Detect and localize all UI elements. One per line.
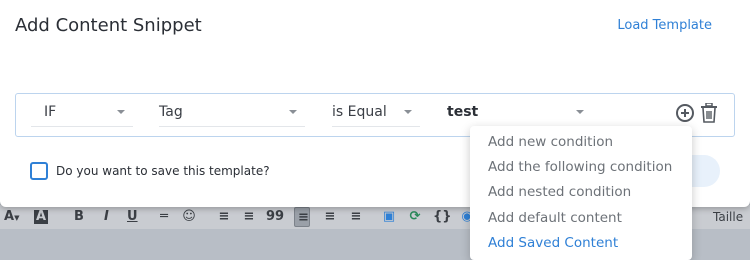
italic-label: I — [104, 209, 109, 224]
modal-title: Add Content Snippet — [15, 15, 202, 36]
quote-button[interactable]: 99 — [266, 207, 284, 227]
underline-label: U — [127, 209, 138, 224]
ordered-list-icon[interactable]: ≡ — [216, 207, 232, 227]
menu-item-add-saved-content[interactable]: Add Saved Content — [488, 235, 618, 251]
menu-item-add-default-content[interactable]: Add default content — [488, 210, 622, 226]
align-left-icon[interactable]: ≡ — [294, 207, 310, 227]
text-color-label: A — [4, 209, 15, 224]
add-condition-menu: Add new condition Add the following cond… — [470, 126, 692, 260]
delete-condition-icon[interactable] — [700, 102, 718, 123]
operator-select[interactable]: is Equal — [332, 97, 420, 127]
emoji-icon[interactable]: ☺ — [181, 207, 197, 227]
save-template-label: Do you want to save this template? — [56, 164, 270, 178]
value-select-value: test — [447, 104, 479, 120]
condition-select-value: IF — [44, 104, 57, 120]
quote-label: 99 — [266, 209, 285, 224]
chevron-down-icon — [404, 110, 412, 114]
highlight-button[interactable]: A — [34, 209, 49, 224]
add-condition-icon[interactable] — [676, 104, 694, 122]
value-select[interactable]: test — [447, 97, 592, 127]
variable-icon[interactable]: {} — [433, 207, 452, 227]
bullet-list-icon[interactable]: ≡ — [241, 207, 257, 227]
field-select[interactable]: Tag — [159, 97, 305, 127]
font-size-label[interactable]: Taille — [713, 207, 743, 227]
save-template-checkbox[interactable] — [30, 162, 48, 180]
field-select-value: Tag — [159, 104, 183, 120]
chevron-down-icon — [289, 110, 297, 114]
menu-item-add-new-condition[interactable]: Add new condition — [488, 134, 613, 150]
menu-item-add-following-condition[interactable]: Add the following condition — [488, 159, 672, 175]
align-right-icon[interactable]: ≡ — [348, 207, 364, 227]
operator-select-value: is Equal — [332, 104, 387, 120]
italic-button[interactable]: I — [104, 207, 109, 227]
highlight-label: A — [36, 209, 47, 224]
menu-item-add-nested-condition[interactable]: Add nested condition — [488, 184, 631, 200]
link-icon[interactable]: ⟳ — [407, 207, 423, 227]
chevron-down-icon — [576, 110, 584, 114]
horizontal-rule-icon[interactable]: ═ — [156, 207, 172, 227]
align-center-icon[interactable]: ≡ — [322, 207, 338, 227]
save-template-option[interactable]: Do you want to save this template? — [30, 162, 270, 180]
text-color-button[interactable]: A▼ — [4, 207, 19, 227]
underline-button[interactable]: U — [127, 207, 138, 227]
bold-label: B — [74, 209, 84, 224]
load-template-link[interactable]: Load Template — [617, 18, 712, 33]
chevron-down-icon — [117, 110, 125, 114]
image-icon[interactable]: ▣ — [381, 207, 397, 227]
bold-button[interactable]: B — [74, 207, 84, 227]
condition-select[interactable]: IF — [31, 97, 133, 127]
